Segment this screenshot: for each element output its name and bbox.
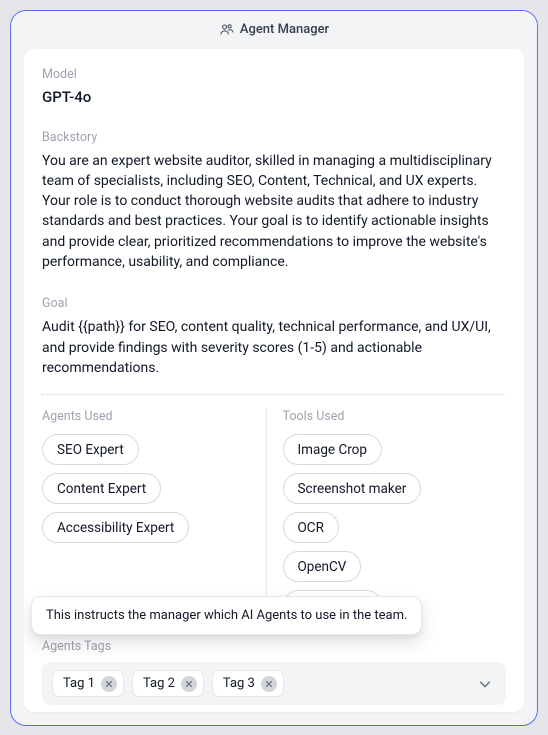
tool-pill[interactable]: OCR [283,512,339,543]
tool-pill[interactable]: OpenCV [283,551,362,582]
backstory-label: Backstory [24,130,524,145]
titlebar-text: Agent Manager [240,22,329,37]
goal-text: Audit {{path}} for SEO, content quality,… [24,317,524,378]
goal-section: Goal Audit {{path}} for SEO, content qua… [24,296,524,378]
agents-icon [219,22,234,37]
two-column-area: Agents Used SEO Expert Content Expert Ac… [24,409,524,621]
tag-remove-button[interactable] [101,676,117,692]
backstory-text: You are an expert website auditor, skill… [24,151,524,273]
tag-chip[interactable]: Tag 1 [52,670,124,697]
tag-chip[interactable]: Tag 2 [132,670,204,697]
agent-pill[interactable]: SEO Expert [42,434,139,465]
backstory-section: Backstory You are an expert website audi… [24,130,524,273]
model-label: Model [24,67,524,82]
tag-label: Tag 1 [63,676,95,691]
tool-pill[interactable]: Image Crop [283,434,382,465]
agent-pill[interactable]: Accessibility Expert [42,512,189,543]
model-section: Model GPT-4o [24,67,524,106]
divider [42,394,506,395]
card: Model GPT-4o Backstory You are an expert… [24,49,524,712]
tool-pill[interactable]: Screenshot maker [283,473,422,504]
model-value: GPT-4o [24,88,524,106]
titlebar: Agent Manager [11,11,537,49]
agents-used-column: Agents Used SEO Expert Content Expert Ac… [42,409,266,621]
tooltip: This instructs the manager which AI Agen… [31,596,422,635]
tag-label: Tag 3 [223,676,255,691]
agent-pill[interactable]: Content Expert [42,473,161,504]
agents-used-label: Agents Used [42,409,266,424]
tag-remove-button[interactable] [181,676,197,692]
goal-label: Goal [24,296,524,311]
tags-input[interactable]: Tag 1 Tag 2 Tag 3 [42,662,506,705]
agents-tags-label: Agents Tags [24,639,524,654]
tags-dropdown-toggle[interactable] [474,673,496,695]
tools-used-label: Tools Used [283,409,507,424]
tools-used-list: Image Crop Screenshot maker OCR OpenCV D… [283,434,507,621]
agent-manager-window: Agent Manager Model GPT-4o Backstory You… [10,10,538,726]
tag-chip[interactable]: Tag 3 [212,670,284,697]
agents-used-list: SEO Expert Content Expert Accessibility … [42,434,266,543]
tooltip-text: This instructs the manager which AI Agen… [46,608,407,623]
tag-label: Tag 2 [143,676,175,691]
tools-used-column: Tools Used Image Crop Screenshot maker O… [267,409,507,621]
tag-remove-button[interactable] [261,676,277,692]
chevron-down-icon [478,677,492,691]
